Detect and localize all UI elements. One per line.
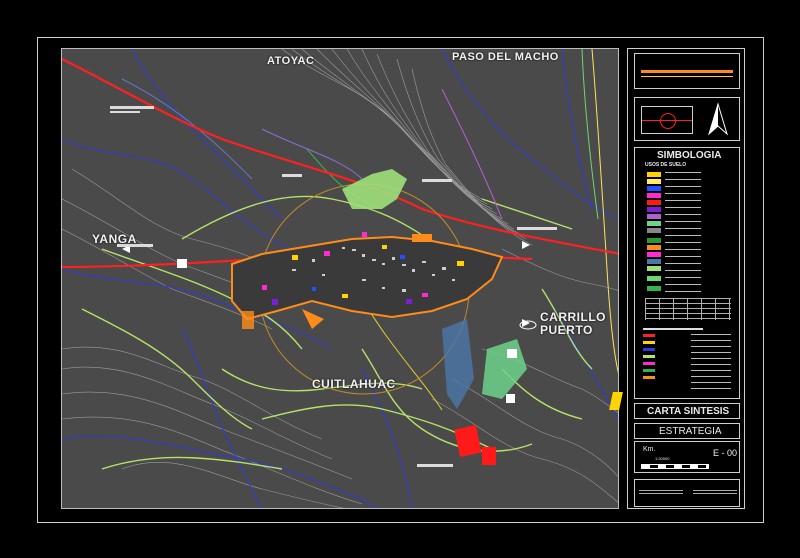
map-area[interactable]: ATOYAC PASO DEL MACHO YANGA CARRILLO PUE… [61, 48, 619, 509]
logo-box [634, 53, 740, 89]
sheet-number: E - 00 [713, 448, 738, 458]
main-highway [62, 58, 618, 269]
stage-title: ESTRATEGIA [659, 426, 722, 437]
legend-table [645, 298, 731, 320]
legend-subtitle: USOS DE SUELO [645, 162, 687, 168]
place-cuitlahuac: CUITLAHUAC [312, 377, 396, 391]
industrial-zone [454, 425, 482, 457]
plan-title-box: CARTA SINTESIS [634, 403, 740, 419]
legend-text-lines [665, 172, 701, 292]
expansion-zone-north [342, 169, 407, 209]
legend-box: SIMBOLOGIA USOS DE SUELO [634, 147, 740, 399]
urban-area [231, 232, 504, 329]
logo-line [641, 76, 733, 77]
legend-title: SIMBOLOGIA [657, 150, 722, 161]
scale-bar [641, 464, 709, 469]
location-map [641, 106, 693, 134]
map-drawing [62, 49, 618, 508]
industrial-zone-2 [482, 447, 496, 465]
scale-box: Km. 1:20000 E - 00 [634, 441, 740, 473]
green-lines [81, 195, 593, 470]
logo-bar [641, 70, 733, 73]
legend-lines-section [643, 326, 733, 396]
place-carrillo-puerto: CARRILLO PUERTO [540, 310, 606, 337]
stage-title-box: ESTRATEGIA [634, 423, 740, 439]
north-arrow-icon [708, 102, 728, 136]
title-block-panel: SIMBOLOGIA USOS DE SUELO CARTA SINTESIS … [627, 48, 745, 509]
expansion-zone-south [442, 319, 474, 409]
place-atoyac: ATOYAC [267, 55, 315, 67]
scale-unit: Km. [643, 446, 656, 453]
location-north-box [634, 97, 740, 141]
signature-box [634, 479, 740, 507]
expansion-zone-east [482, 339, 527, 399]
plan-title: CARTA SINTESIS [647, 406, 730, 417]
place-yanga: YANGA [92, 232, 137, 246]
place-paso-del-macho: PASO DEL MACHO [452, 51, 559, 63]
scale-label: 1:20000 [655, 456, 670, 461]
